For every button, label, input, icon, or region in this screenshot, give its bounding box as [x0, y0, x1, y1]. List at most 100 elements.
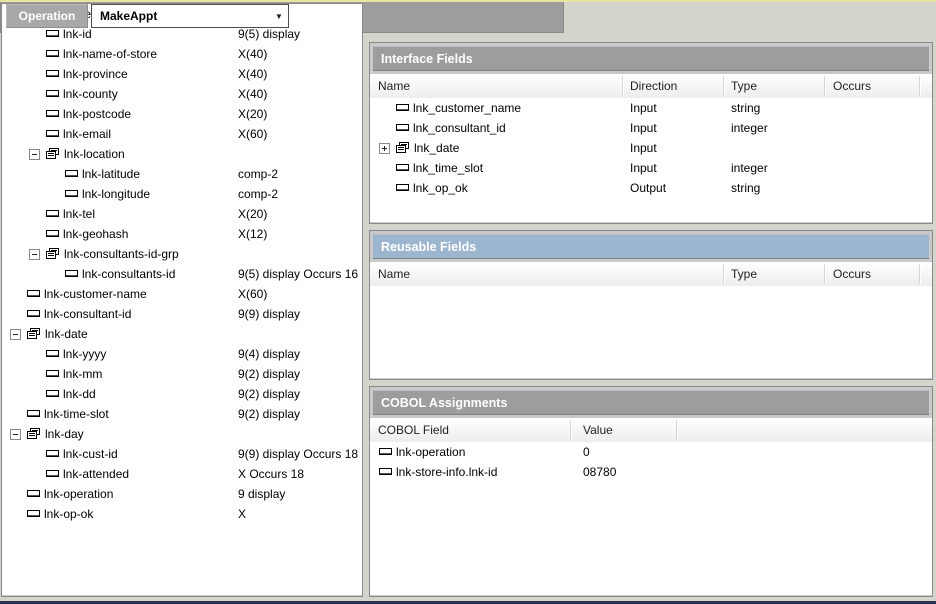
tree-row[interactable]: lnk-op-ok X	[2, 504, 362, 524]
column-header-occurs[interactable]: Occurs	[833, 262, 871, 286]
expand-slot	[29, 49, 46, 60]
field-direction: Input	[630, 98, 657, 118]
expand-toggle-icon[interactable]	[10, 329, 21, 340]
interface-field-row[interactable]: lnk_customer_name Input string	[370, 98, 932, 118]
chevron-down-icon[interactable]: ▼	[270, 12, 288, 21]
column-header-value[interactable]: Value	[583, 418, 613, 442]
interface-field-row[interactable]: lnk_op_ok Output string	[370, 178, 932, 198]
column-header-type[interactable]: Type	[731, 262, 757, 286]
expand-slot	[29, 349, 46, 360]
elementary-field-icon	[27, 490, 40, 498]
column-divider[interactable]	[919, 76, 920, 96]
tree-row[interactable]: lnk-province X(40)	[2, 64, 362, 84]
elementary-field-icon	[46, 370, 59, 378]
expand-toggle-icon[interactable]	[29, 249, 40, 260]
elementary-field-icon	[46, 450, 59, 458]
expand-slot	[29, 209, 46, 220]
field-picture: X(12)	[238, 224, 267, 244]
tree-row[interactable]: lnk-tel X(20)	[2, 204, 362, 224]
tree-row[interactable]: lnk-name-of-store X(40)	[2, 44, 362, 64]
expand-slot	[29, 29, 46, 40]
column-divider[interactable]	[723, 76, 724, 96]
top-accent-line	[0, 0, 936, 2]
field-picture: X(40)	[238, 84, 267, 104]
assignment-row[interactable]: lnk-operation 0	[370, 442, 932, 462]
field-name: lnk-geohash	[63, 227, 128, 241]
field-name: lnk-operation	[44, 487, 113, 501]
column-divider[interactable]	[570, 420, 571, 440]
field-name: lnk-mm	[63, 367, 102, 381]
tree-row[interactable]: lnk-consultants-id-grp	[2, 244, 362, 264]
expand-slot	[10, 289, 27, 300]
elementary-field-icon	[379, 448, 392, 456]
column-divider[interactable]	[824, 76, 825, 96]
expand-toggle-icon[interactable]	[29, 149, 40, 160]
field-name: lnk-longitude	[82, 187, 150, 201]
tree-row[interactable]: lnk-location	[2, 144, 362, 164]
expand-slot	[29, 229, 46, 240]
column-divider[interactable]	[919, 264, 920, 284]
interface-fields-section: Interface Fields Name Direction Type Occ…	[369, 42, 933, 224]
assignment-row[interactable]: lnk-store-info.lnk-id 08780	[370, 462, 932, 482]
elementary-field-icon	[396, 184, 409, 192]
tree-row[interactable]: lnk-latitude comp-2	[2, 164, 362, 184]
expand-slot	[29, 369, 46, 380]
field-picture: X(20)	[238, 104, 267, 124]
tree-row[interactable]: lnk-geohash X(12)	[2, 224, 362, 244]
tree-row[interactable]: lnk-yyyy 9(4) display	[2, 344, 362, 364]
reusable-fields-section: Reusable Fields Name Type Occurs	[369, 230, 933, 380]
tree-row[interactable]: lnk-date	[2, 324, 362, 344]
field-name: lnk-dd	[63, 387, 96, 401]
expand-slot	[10, 509, 27, 520]
elementary-field-icon	[46, 110, 59, 118]
tree-row[interactable]: lnk-consultant-id 9(9) display	[2, 304, 362, 324]
assignment-value: 0	[583, 442, 590, 462]
column-divider[interactable]	[723, 264, 724, 284]
column-divider[interactable]	[622, 76, 623, 96]
expand-toggle-icon[interactable]	[379, 143, 390, 154]
elementary-field-icon	[46, 210, 59, 218]
tree-row[interactable]: lnk-operation 9 display	[2, 484, 362, 504]
column-header-occurs[interactable]: Occurs	[833, 74, 871, 98]
column-header-name[interactable]: Name	[378, 262, 410, 286]
field-picture: 9 display	[238, 484, 285, 504]
assignment-field: lnk-operation	[396, 445, 465, 459]
elementary-field-icon	[46, 30, 59, 38]
expand-slot	[379, 163, 396, 174]
tree-row[interactable]: lnk-customer-name X(60)	[2, 284, 362, 304]
tree-row[interactable]: lnk-mm 9(2) display	[2, 364, 362, 384]
tree-row[interactable]: lnk-time-slot 9(2) display	[2, 404, 362, 424]
tree-row[interactable]: lnk-dd 9(2) display	[2, 384, 362, 404]
interface-field-row[interactable]: lnk_date Input	[370, 138, 932, 158]
tree-row[interactable]: lnk-cust-id 9(9) display Occurs 18	[2, 444, 362, 464]
tree-row[interactable]: lnk-email X(60)	[2, 124, 362, 144]
interface-field-row[interactable]: lnk_time_slot Input integer	[370, 158, 932, 178]
field-name: lnk-day	[45, 427, 84, 441]
column-header-type[interactable]: Type	[731, 74, 757, 98]
column-header-cobol-field[interactable]: COBOL Field	[378, 418, 449, 442]
cobol-assignments-list: lnk-operation 0 lnk-store-info.lnk-id 08…	[370, 442, 932, 595]
tree-row[interactable]: lnk-county X(40)	[2, 84, 362, 104]
tree-row[interactable]: lnk-attended X Occurs 18	[2, 464, 362, 484]
column-divider[interactable]	[824, 264, 825, 284]
expand-toggle-icon[interactable]	[10, 429, 21, 440]
field-picture: X(40)	[238, 44, 267, 64]
tree-row[interactable]: lnk-longitude comp-2	[2, 184, 362, 204]
tree-row[interactable]: lnk-consultants-id 9(5) display Occurs 1…	[2, 264, 362, 284]
tree-row[interactable]: lnk-day	[2, 424, 362, 444]
column-divider[interactable]	[676, 420, 677, 440]
elementary-field-icon	[46, 70, 59, 78]
cobol-assignments-title: COBOL Assignments	[373, 390, 929, 415]
interface-field-row[interactable]: lnk_consultant_id Input integer	[370, 118, 932, 138]
column-header-name[interactable]: Name	[378, 74, 410, 98]
expand-slot	[29, 469, 46, 480]
expand-slot	[29, 389, 46, 400]
field-type: string	[731, 178, 760, 198]
expand-slot	[10, 309, 27, 320]
field-name: lnk-consultants-id-grp	[64, 247, 179, 261]
field-name: lnk-province	[63, 67, 128, 81]
operation-select[interactable]: MakeAppt ▼	[91, 4, 289, 28]
column-header-direction[interactable]: Direction	[630, 74, 677, 98]
tree-row[interactable]: lnk-postcode X(20)	[2, 104, 362, 124]
field-picture: X(60)	[238, 284, 267, 304]
